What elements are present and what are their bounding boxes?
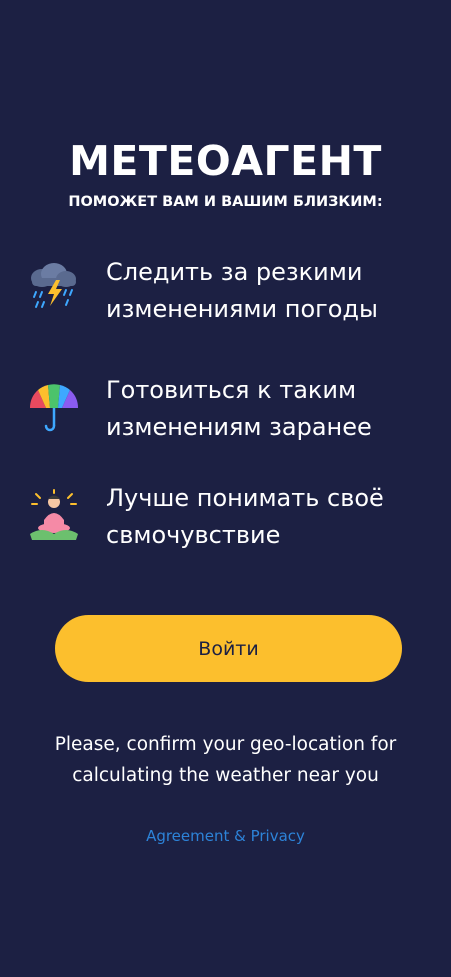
geo-location-note: Please, confirm your geo-location for ca… [54, 734, 397, 786]
login-button[interactable]: Войти [55, 615, 402, 682]
app-subtitle: ПОМОЖЕТ ВАМ И ВАШИМ БЛИЗКИМ: [68, 194, 383, 210]
rainbow-umbrella-icon [26, 380, 82, 436]
agreement-privacy-link[interactable]: Agreement & Privacy [0, 825, 451, 847]
app-title: МЕТЕОАГЕНТ [69, 137, 382, 185]
feature-item-wellbeing: Лучше понимать своё свмочувствие [26, 484, 426, 568]
welcome-screen: МЕТЕОАГЕНТ ПОМОЖЕТ ВАМ И ВАШИМ БЛИЗКИМ: … [0, 0, 451, 977]
feature-label: Следить за резкими изменениями погоды [106, 258, 378, 323]
feature-item-prepare: Готовиться к таким изменениям заранее [26, 376, 426, 460]
feature-item-weather-changes: Следить за резкими изменениями погоды [26, 258, 426, 342]
meditating-person-icon [26, 488, 82, 544]
feature-label: Лучше понимать своё свмочувствие [106, 484, 384, 549]
feature-label: Готовиться к таким изменениям заранее [106, 376, 372, 441]
thunderstorm-cloud-icon [26, 262, 82, 318]
